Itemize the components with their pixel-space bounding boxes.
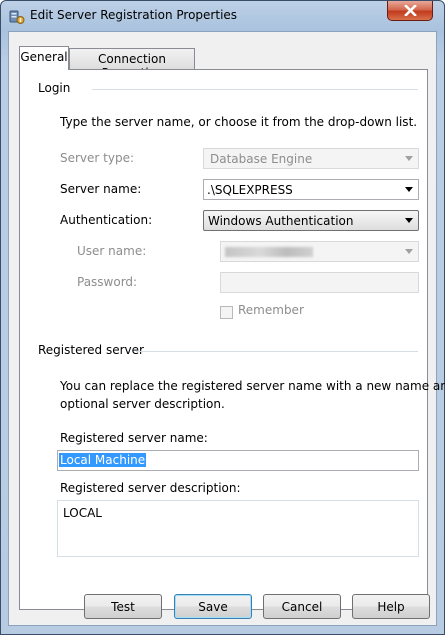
login-group-divider	[92, 89, 418, 90]
registered-server-group-divider	[136, 351, 418, 352]
login-instructions: Type the server name, or choose it from …	[60, 115, 418, 129]
cancel-button[interactable]: Cancel	[263, 594, 341, 619]
tab-general-label: General	[20, 50, 68, 64]
registered-server-name-label: Registered server name:	[60, 431, 208, 445]
user-name-label: User name:	[77, 244, 147, 258]
chevron-down-icon	[405, 156, 413, 161]
registered-server-description-label: Registered server description:	[60, 481, 241, 495]
password-field[interactable]	[220, 272, 419, 293]
save-button[interactable]: Save	[174, 594, 252, 619]
chevron-down-icon	[405, 249, 413, 254]
test-button[interactable]: Test	[84, 594, 162, 619]
dialog-window: Edit Server Registration Properties Gene…	[0, 0, 445, 635]
login-group-title: Login	[38, 81, 71, 95]
tab-general[interactable]: General	[19, 46, 69, 70]
server-type-value: Database Engine	[210, 152, 313, 166]
authentication-label: Authentication:	[60, 213, 153, 227]
window-title: Edit Server Registration Properties	[30, 8, 238, 22]
chevron-down-icon	[405, 187, 413, 192]
authentication-value: Windows Authentication	[208, 214, 354, 228]
close-button[interactable]	[387, 1, 433, 21]
registered-instructions-line2: optional server description.	[60, 397, 225, 411]
registered-server-description-textarea[interactable]: LOCAL	[57, 500, 419, 557]
remember-checkbox[interactable]	[220, 306, 233, 319]
server-name-value: .\SQLEXPRESS	[207, 183, 293, 197]
registered-instructions-line1: You can replace the registered server na…	[60, 379, 445, 393]
dialog-client-area: General Connection Properties Login Type…	[8, 31, 445, 626]
server-type-label: Server type:	[60, 151, 135, 165]
user-name-redacted	[225, 247, 313, 257]
registered-server-description-value: LOCAL	[63, 506, 102, 520]
server-name-combobox[interactable]: .\SQLEXPRESS	[203, 179, 419, 200]
server-type-dropdown[interactable]: Database Engine	[203, 148, 419, 169]
registered-server-name-input[interactable]: Local Machine	[57, 450, 419, 471]
chevron-down-icon	[405, 218, 413, 223]
tab-connection-properties[interactable]: Connection Properties	[69, 48, 195, 80]
help-button[interactable]: Help	[352, 594, 430, 619]
general-tab-panel: Login Type the server name, or choose it…	[19, 69, 445, 610]
remember-label: Remember	[238, 303, 304, 317]
password-label: Password:	[77, 275, 138, 289]
server-name-label: Server name:	[60, 182, 142, 196]
server-registration-icon	[9, 10, 25, 24]
authentication-dropdown[interactable]: Windows Authentication	[203, 210, 419, 231]
user-name-dropdown[interactable]	[220, 241, 419, 262]
title-bar[interactable]: Edit Server Registration Properties	[1, 1, 444, 31]
registered-server-group-title: Registered server	[38, 343, 144, 357]
registered-server-name-value: Local Machine	[59, 453, 147, 467]
close-icon	[404, 5, 417, 16]
